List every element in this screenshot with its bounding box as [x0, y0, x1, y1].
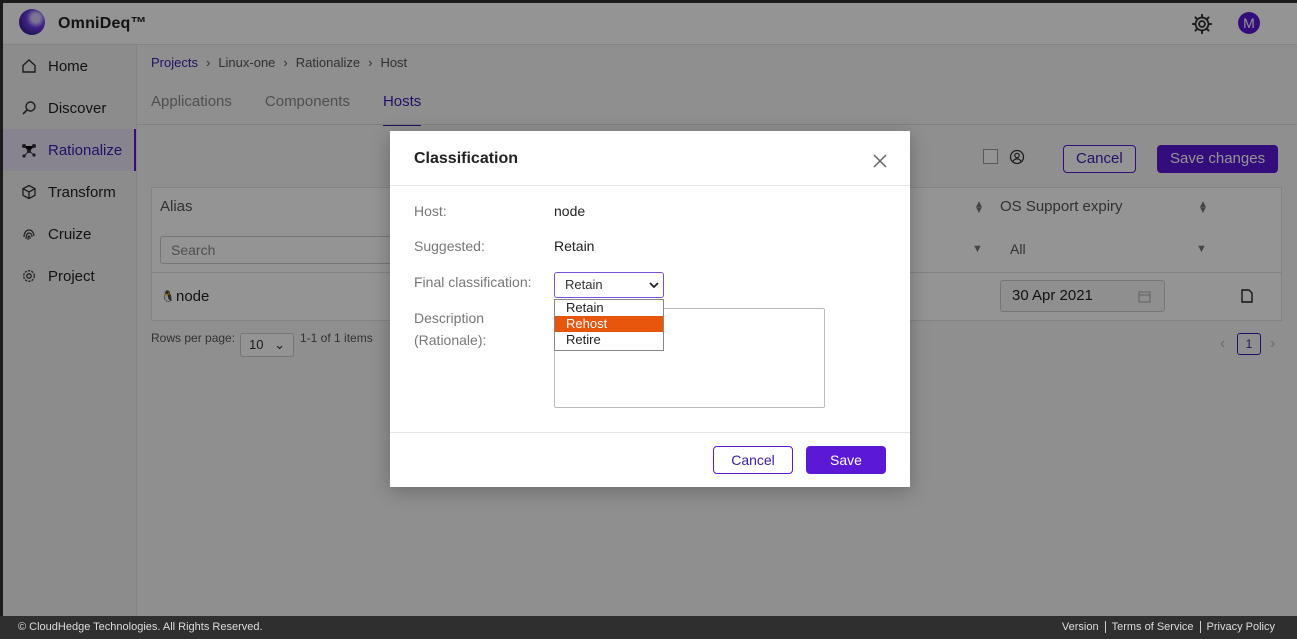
suggested-value: Retain — [554, 238, 595, 254]
final-classification-label: Final classification: — [414, 274, 532, 290]
host-label: Host: — [414, 203, 447, 219]
footer: © CloudHedge Technologies. All Rights Re… — [0, 616, 1297, 639]
suggested-label: Suggested: — [414, 238, 485, 254]
host-value: node — [554, 203, 586, 219]
option-retire[interactable]: Retire — [555, 332, 663, 348]
select-value: Retain — [565, 277, 603, 292]
footer-link-terms[interactable]: Terms of Service — [1104, 621, 1200, 633]
modal-header: Classification — [390, 131, 910, 186]
final-classification-select[interactable]: Retain — [554, 272, 664, 298]
modal-footer-divider — [390, 432, 910, 433]
close-icon[interactable] — [872, 153, 888, 169]
classification-dropdown: Retain Rehost Retire — [554, 299, 664, 351]
modal-title: Classification — [414, 150, 519, 167]
option-rehost[interactable]: Rehost — [555, 316, 663, 332]
footer-links: Version Terms of Service Privacy Policy — [1056, 621, 1281, 633]
chevron-down-icon — [649, 282, 659, 289]
copyright-text: © CloudHedge Technologies. All Rights Re… — [18, 621, 263, 633]
classification-modal: Classification Host: node Suggested: Ret… — [390, 131, 910, 487]
rationale-label: (Rationale): — [414, 332, 487, 348]
option-retain[interactable]: Retain — [555, 300, 663, 316]
modal-cancel-button[interactable]: Cancel — [713, 446, 793, 474]
footer-link-version[interactable]: Version — [1056, 621, 1105, 633]
modal-save-button[interactable]: Save — [806, 446, 886, 474]
description-label: Description — [414, 310, 485, 326]
footer-link-privacy[interactable]: Privacy Policy — [1199, 621, 1281, 633]
